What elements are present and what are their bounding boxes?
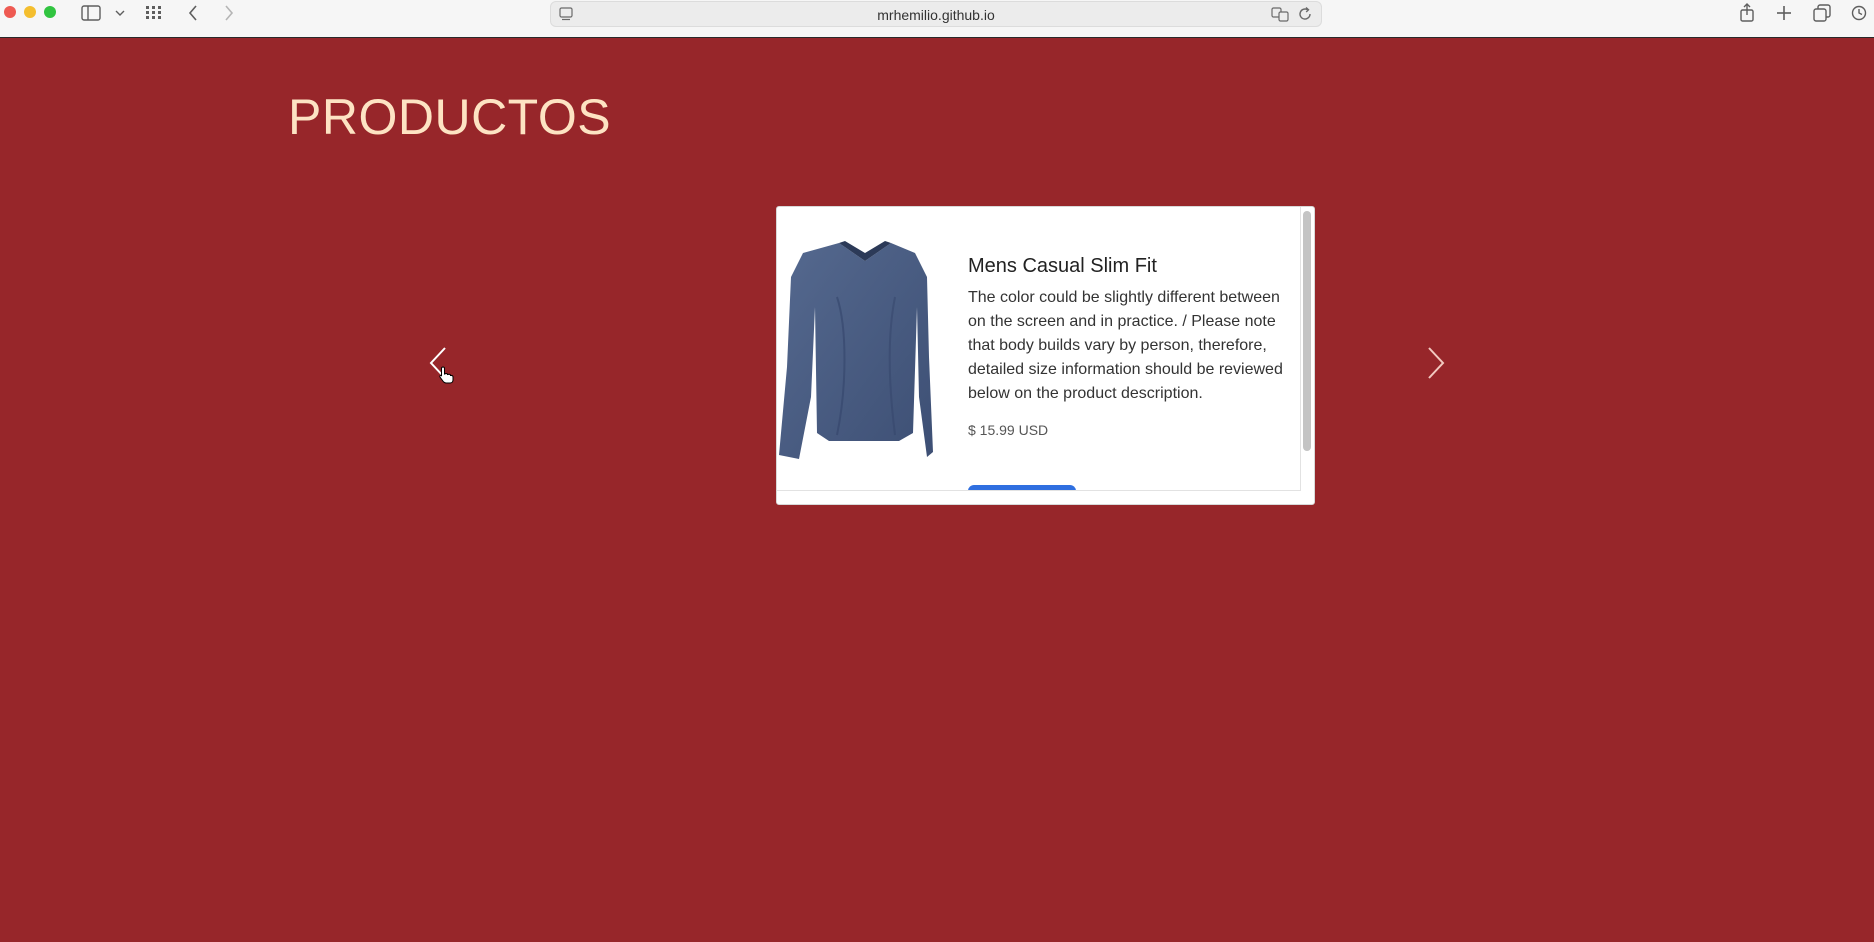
forward-icon[interactable] [222,2,236,24]
back-icon[interactable] [186,2,200,24]
product-image [777,237,952,467]
share-icon[interactable] [1738,2,1756,24]
address-bar[interactable]: mrhemilio.github.io [550,1,1322,27]
browser-toolbar: mrhemilio.github.io [0,0,1874,38]
product-action-button[interactable] [968,485,1076,490]
sidebar-toggle-icon[interactable] [80,2,102,24]
tab-overview-icon[interactable] [143,2,165,24]
translate-icon[interactable] [1271,6,1289,27]
card-scrollbar[interactable] [1303,211,1311,451]
reload-icon[interactable] [1297,6,1313,27]
product-price: $ 15.99 USD [968,422,1049,438]
page-title: PRODUCTOS [288,89,612,145]
history-icon[interactable] [1850,2,1868,24]
close-window-button[interactable] [4,6,16,18]
product-card-content: Mens Casual Slim Fit The color could be … [777,207,1301,491]
product-card: Mens Casual Slim Fit The color could be … [776,206,1315,505]
chevron-right-icon [1426,346,1446,385]
product-description: The color could be slightly different be… [968,289,1283,402]
product-title: Mens Casual Slim Fit [968,255,1157,277]
new-tab-icon[interactable] [1775,2,1793,24]
chevron-down-icon[interactable] [114,2,126,24]
carousel-next-button[interactable] [1416,345,1456,385]
maximize-window-button[interactable] [44,6,56,18]
minimize-window-button[interactable] [24,6,36,18]
hand-cursor-icon [438,366,454,389]
product-body: Mens Casual Slim Fit The color could be … [968,255,1293,438]
url-text[interactable]: mrhemilio.github.io [551,7,1321,23]
tabs-icon[interactable] [1813,2,1831,24]
